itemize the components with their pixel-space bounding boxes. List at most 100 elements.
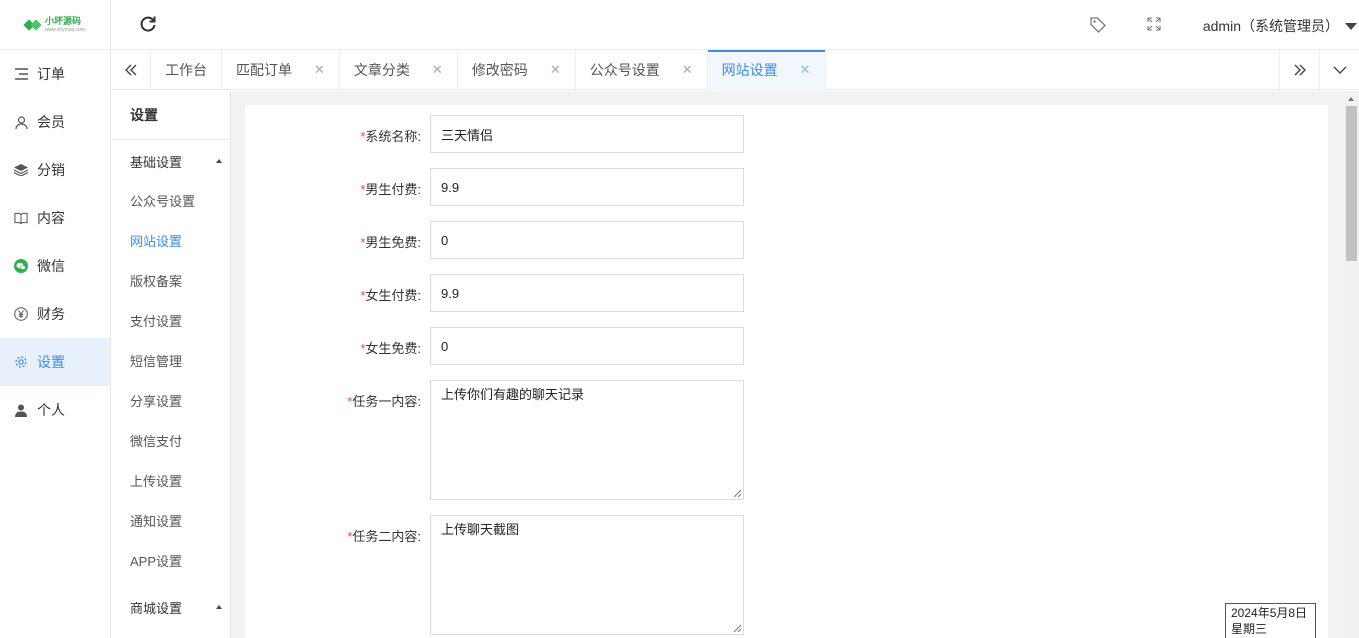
brand-name: 小坏源码: [44, 15, 81, 26]
nav-label: 财务: [37, 306, 65, 322]
top-header: admin（系统管理员）: [111, 0, 1359, 50]
tab-label: 修改密码: [471, 62, 528, 78]
logo-box: 小坏源码 www.xhymsq.com: [23, 15, 85, 33]
task-two-textarea[interactable]: 上传聊天截图: [430, 515, 744, 635]
close-icon[interactable]: ✕: [550, 62, 561, 78]
task-one-textarea[interactable]: 上传你们有趣的聊天记录: [430, 380, 744, 500]
tabs-menu-chevron-down-icon[interactable]: [1319, 50, 1359, 90]
textarea-value: 上传你们有趣的聊天记录: [441, 387, 585, 402]
field-label-text: 女生付费:: [365, 288, 421, 303]
male-free-input[interactable]: 0: [430, 221, 744, 259]
nav-item-finance[interactable]: 财务: [0, 290, 110, 338]
caret-up-icon: [216, 605, 222, 609]
nav-label: 个人: [37, 402, 65, 418]
date-line: 2024年5月8日: [1231, 606, 1308, 620]
textarea-value: 上传聊天截图: [441, 522, 520, 537]
resize-handle-icon[interactable]: [733, 489, 741, 497]
submenu-item-share[interactable]: 分享设置: [111, 382, 230, 422]
female-fee-input[interactable]: 9.9: [430, 274, 744, 312]
submenu-item-copyright[interactable]: 版权备案: [111, 262, 230, 302]
scrollbar-thumb[interactable]: [1346, 106, 1357, 261]
yen-icon: [14, 307, 28, 321]
content-scrollbar[interactable]: [1344, 91, 1359, 638]
field-label: *任务二内容:: [245, 526, 421, 545]
tab-label: 公众号设置: [589, 62, 660, 78]
tab-label: 匹配订单: [236, 62, 292, 78]
field-label-text: 系统名称:: [365, 129, 421, 144]
field-label: *男生付费:: [245, 179, 421, 198]
nav-item-orders[interactable]: 订单: [0, 50, 110, 98]
submenu-item-sms[interactable]: 短信管理: [111, 342, 230, 382]
tab-article-category[interactable]: 文章分类 ✕: [340, 50, 458, 90]
brand-sub: www.xhymsq.com: [44, 26, 85, 33]
left-nav: 小坏源码 www.xhymsq.com 订单 会员 分销 内容 微信 财务 设置…: [0, 0, 111, 638]
close-icon[interactable]: ✕: [432, 62, 443, 78]
app: 小坏源码 www.xhymsq.com 订单 会员 分销 内容 微信 财务 设置…: [0, 0, 1359, 638]
refresh-icon[interactable]: [139, 15, 159, 35]
submenu-item-wechat-pay[interactable]: 微信支付: [111, 422, 230, 462]
nav-label: 微信: [37, 258, 65, 274]
nav-label: 设置: [37, 354, 65, 370]
field-label: *男生免费:: [245, 232, 421, 251]
nav-item-distribution[interactable]: 分销: [0, 146, 110, 194]
field-label-text: 任务一内容:: [352, 394, 421, 409]
submenu-item-official-account[interactable]: 公众号设置: [111, 182, 230, 222]
resize-handle-icon[interactable]: [733, 624, 741, 632]
caret-up-icon: [216, 159, 222, 163]
logo-text: 小坏源码 www.xhymsq.com: [44, 15, 85, 33]
user-menu[interactable]: admin（系统管理员）: [1203, 16, 1357, 36]
field-label: *女生付费:: [245, 285, 421, 304]
nav-item-wechat[interactable]: 微信: [0, 242, 110, 290]
submenu-title: 设置: [111, 91, 230, 140]
fullscreen-icon[interactable]: [1147, 17, 1163, 33]
field-label: *任务一内容:: [245, 391, 421, 410]
submenu-group-mall[interactable]: 商城设置: [111, 586, 230, 628]
tab-match-orders[interactable]: 匹配订单 ✕: [222, 50, 340, 90]
settings-form: *系统名称: 三天情侣 *男生付费: 9.9 *男生免费: 0 *女生付费: 9…: [245, 105, 1328, 638]
caret-down-icon: [1345, 22, 1357, 30]
close-icon[interactable]: ✕: [314, 62, 325, 78]
tab-official-account-settings[interactable]: 公众号设置 ✕: [576, 50, 708, 90]
nav-item-content[interactable]: 内容: [0, 194, 110, 242]
close-icon[interactable]: ✕: [682, 62, 693, 78]
nav-label: 会员: [37, 114, 65, 130]
scroll-up-icon[interactable]: [1348, 97, 1354, 101]
tag-icon[interactable]: [1089, 16, 1107, 34]
wechat-icon: [14, 259, 28, 273]
tabs-scroll-right-icon[interactable]: [1279, 50, 1319, 90]
submenu-group-label: 基础设置: [130, 154, 183, 170]
nav-item-settings[interactable]: 设置: [0, 338, 110, 386]
field-label: *女生免费:: [245, 338, 421, 357]
submenu-item-notify[interactable]: 通知设置: [111, 502, 230, 542]
gear-icon: [14, 355, 28, 369]
tab-label: 网站设置: [721, 62, 778, 78]
nav-item-members[interactable]: 会员: [0, 98, 110, 146]
female-free-input[interactable]: 0: [430, 327, 744, 365]
logo-mark-icon: [23, 18, 42, 31]
tab-site-settings[interactable]: 网站设置 ✕: [707, 50, 826, 90]
tabs-scroll-left-icon[interactable]: [111, 50, 151, 90]
nav-label: 分销: [37, 162, 65, 178]
submenu-item-app[interactable]: APP设置: [111, 542, 230, 582]
submenu-group-basic[interactable]: 基础设置: [111, 140, 230, 182]
submenu-item-payment[interactable]: 支付设置: [111, 302, 230, 342]
tabs: 工作台 匹配订单 ✕ 文章分类 ✕ 修改密码 ✕ 公众号设置 ✕ 网站设置 ✕: [151, 50, 826, 90]
book-icon: [14, 211, 28, 225]
field-label-text: 任务二内容:: [352, 529, 421, 544]
close-icon[interactable]: ✕: [800, 62, 811, 78]
field-label-text: 女生免费:: [365, 341, 421, 356]
tab-workbench[interactable]: 工作台: [151, 50, 222, 90]
nav-item-personal[interactable]: 个人: [0, 386, 110, 434]
submenu-item-upload[interactable]: 上传设置: [111, 462, 230, 502]
tab-change-password[interactable]: 修改密码 ✕: [458, 50, 576, 90]
date-widget: 2024年5月8日 星期三: [1225, 603, 1316, 638]
person-icon: [14, 403, 28, 417]
field-label: *系统名称:: [245, 126, 421, 145]
logo[interactable]: 小坏源码 www.xhymsq.com: [0, 0, 110, 50]
tab-label: 文章分类: [353, 62, 410, 78]
nav-label: 内容: [37, 210, 65, 226]
male-fee-input[interactable]: 9.9: [430, 168, 744, 206]
submenu-item-site[interactable]: 网站设置: [111, 222, 230, 262]
settings-submenu: 设置 基础设置 公众号设置 网站设置 版权备案 支付设置 短信管理 分享设置 微…: [111, 91, 231, 638]
system-name-input[interactable]: 三天情侣: [430, 115, 744, 153]
